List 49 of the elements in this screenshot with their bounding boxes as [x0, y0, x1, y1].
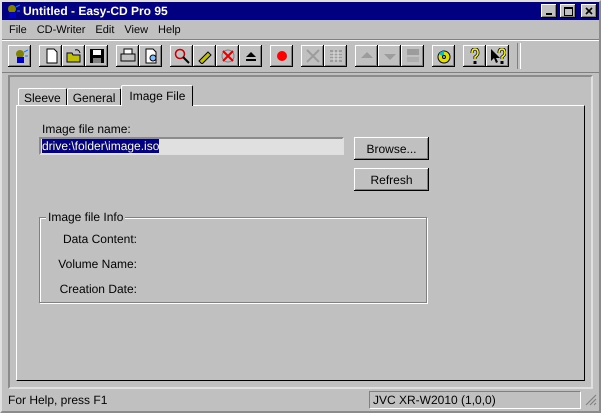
cross-icon	[304, 48, 320, 64]
toolbar-button[interactable]	[170, 45, 193, 67]
info-label: Data Content:	[62, 232, 137, 248]
tab[interactable]: General	[66, 88, 122, 105]
minimize-button[interactable]	[541, 4, 557, 18]
image-file-field[interactable]: drive:\folder\image.iso	[39, 137, 344, 155]
tab[interactable]: Sleeve	[18, 88, 67, 105]
toolbar-button[interactable]	[8, 45, 31, 67]
maximize-icon	[564, 6, 572, 16]
status-text: For Help, press F1	[8, 393, 108, 407]
info-label: Creation Date:	[58, 282, 137, 298]
toolbar-button[interactable]	[270, 45, 293, 67]
toolbar-button[interactable]	[139, 45, 162, 67]
print-icon	[120, 48, 136, 64]
device-status: JVC XR-W2010 (1,0,0)	[369, 391, 581, 409]
toolbar-button[interactable]	[486, 45, 509, 67]
toolbar-button[interactable]	[239, 45, 262, 67]
grid-icon	[328, 48, 344, 64]
menu-item[interactable]: Edit	[90, 24, 120, 36]
menu-item[interactable]: Help	[153, 24, 186, 36]
resize-grip-icon	[585, 394, 597, 406]
info-label: Volume Name:	[57, 257, 137, 273]
toolbar-button[interactable]	[39, 45, 62, 67]
context-help-icon	[490, 48, 506, 64]
menu-item[interactable]: View	[119, 24, 154, 36]
window-title: Untitled - Easy-CD Pro 95	[23, 4, 169, 18]
menu-item[interactable]: CD-Writer	[32, 24, 90, 36]
toolbar-button[interactable]	[116, 45, 139, 67]
erase-disc-icon	[220, 48, 236, 64]
field-label: Image file name:	[42, 122, 132, 136]
open-folder-icon	[66, 48, 82, 64]
push-button[interactable]: Browse...	[354, 137, 429, 160]
menu-item[interactable]: File	[4, 24, 32, 36]
toolbar-button[interactable]	[432, 45, 455, 67]
toolbar-button[interactable]	[62, 45, 85, 67]
toolbar-button[interactable]	[193, 45, 216, 67]
save-icon	[88, 48, 104, 64]
maximize-button[interactable]	[560, 4, 576, 18]
push-button[interactable]: Refresh	[354, 168, 429, 191]
toolbar-button[interactable]	[85, 45, 108, 67]
toolbar-button[interactable]	[216, 45, 239, 67]
disc-icon	[436, 48, 452, 64]
close-button[interactable]	[581, 4, 597, 18]
close-icon	[585, 7, 593, 15]
toolbar-button[interactable]	[463, 45, 486, 67]
group-title: Image file Info	[46, 210, 126, 224]
tab[interactable]: Image File	[121, 85, 194, 106]
magnifier-icon	[174, 48, 190, 64]
print-preview-icon	[142, 48, 158, 64]
